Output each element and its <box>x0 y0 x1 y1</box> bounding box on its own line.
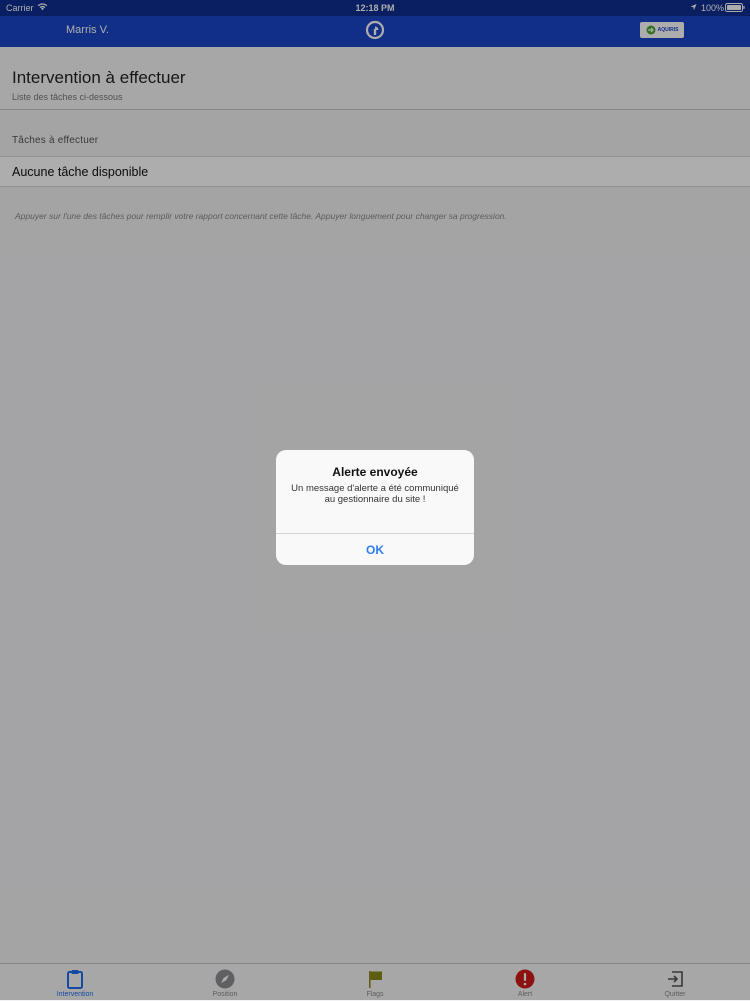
ok-button[interactable]: OK <box>276 533 474 565</box>
alert-title: Alerte envoyée <box>332 465 418 479</box>
alert-message: Un message d'alerte a été communiqué au … <box>291 483 459 505</box>
alert-dialog: Alerte envoyée Un message d'alerte a été… <box>276 450 474 565</box>
